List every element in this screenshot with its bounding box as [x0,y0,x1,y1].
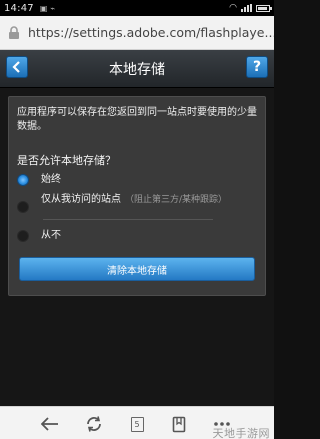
option-visited-sites-text: 仅从我访问的站点 [41,194,121,205]
browser-nav-bar: 5 天地手游网 [0,406,274,439]
option-always[interactable]: 始终 [17,173,61,187]
clear-storage-button[interactable]: 清除本地存储 [19,257,255,281]
signal-icon [241,4,252,12]
status-right: ◠ [229,3,272,13]
radio-always[interactable] [17,174,29,186]
option-visited-sites-note: （阻止第三方/某种跟踪） [125,195,228,205]
bookmark-button[interactable] [167,413,191,435]
divider [43,219,213,220]
option-never[interactable]: 从不 [17,229,61,243]
lock-icon [8,24,20,42]
status-bar: 14:47 ▣ ⌁ ◠ [0,0,274,16]
option-never-label: 从不 [41,230,61,241]
chevron-left-icon [12,61,20,73]
help-button[interactable]: ? [246,56,268,78]
content-area: 应用程序可以保存在您返回到同一站点时要使用的少量数据。 是否允许本地存储？ 始终… [0,88,274,406]
back-button[interactable] [6,56,28,78]
storage-question: 是否允许本地存储？ [17,154,116,167]
radio-never[interactable] [17,230,29,242]
tabs-icon: 5 [130,416,144,432]
watermark: 天地手游网 [212,427,270,439]
option-always-label: 始终 [41,174,61,185]
notification-icon: ▣ [39,3,48,13]
status-time: 14:47 [4,2,34,14]
page-title: 本地存储 [109,62,165,78]
nav-back-button[interactable] [38,413,62,435]
reload-icon [87,416,101,432]
reload-button[interactable] [82,413,106,435]
battery-icon [256,4,272,12]
address-bar[interactable]: https://settings.adobe.com/flashplaye... [0,16,274,50]
bookmark-icon [172,416,186,432]
help-icon: ? [252,59,262,75]
storage-description: 应用程序可以保存在您返回到同一站点时要使用的少量数据。 [17,107,257,132]
settings-header: 本地存储 ? [0,50,274,88]
wifi-icon: ◠ [229,3,237,13]
usb-icon: ⌁ [50,3,56,13]
back-arrow-icon [41,417,58,431]
tabs-button[interactable]: 5 [125,413,149,435]
storage-panel: 应用程序可以保存在您返回到同一站点时要使用的少量数据。 是否允许本地存储？ 始终… [8,96,266,296]
option-visited-sites[interactable]: 仅从我访问的站点 （阻止第三方/某种跟踪） [17,193,227,213]
radio-visited-sites[interactable] [17,201,29,213]
url-text[interactable]: https://settings.adobe.com/flashplaye... [28,25,274,40]
option-visited-sites-label: 仅从我访问的站点 （阻止第三方/某种跟踪） [41,193,227,207]
notification-icons: ▣ ⌁ [40,4,55,13]
